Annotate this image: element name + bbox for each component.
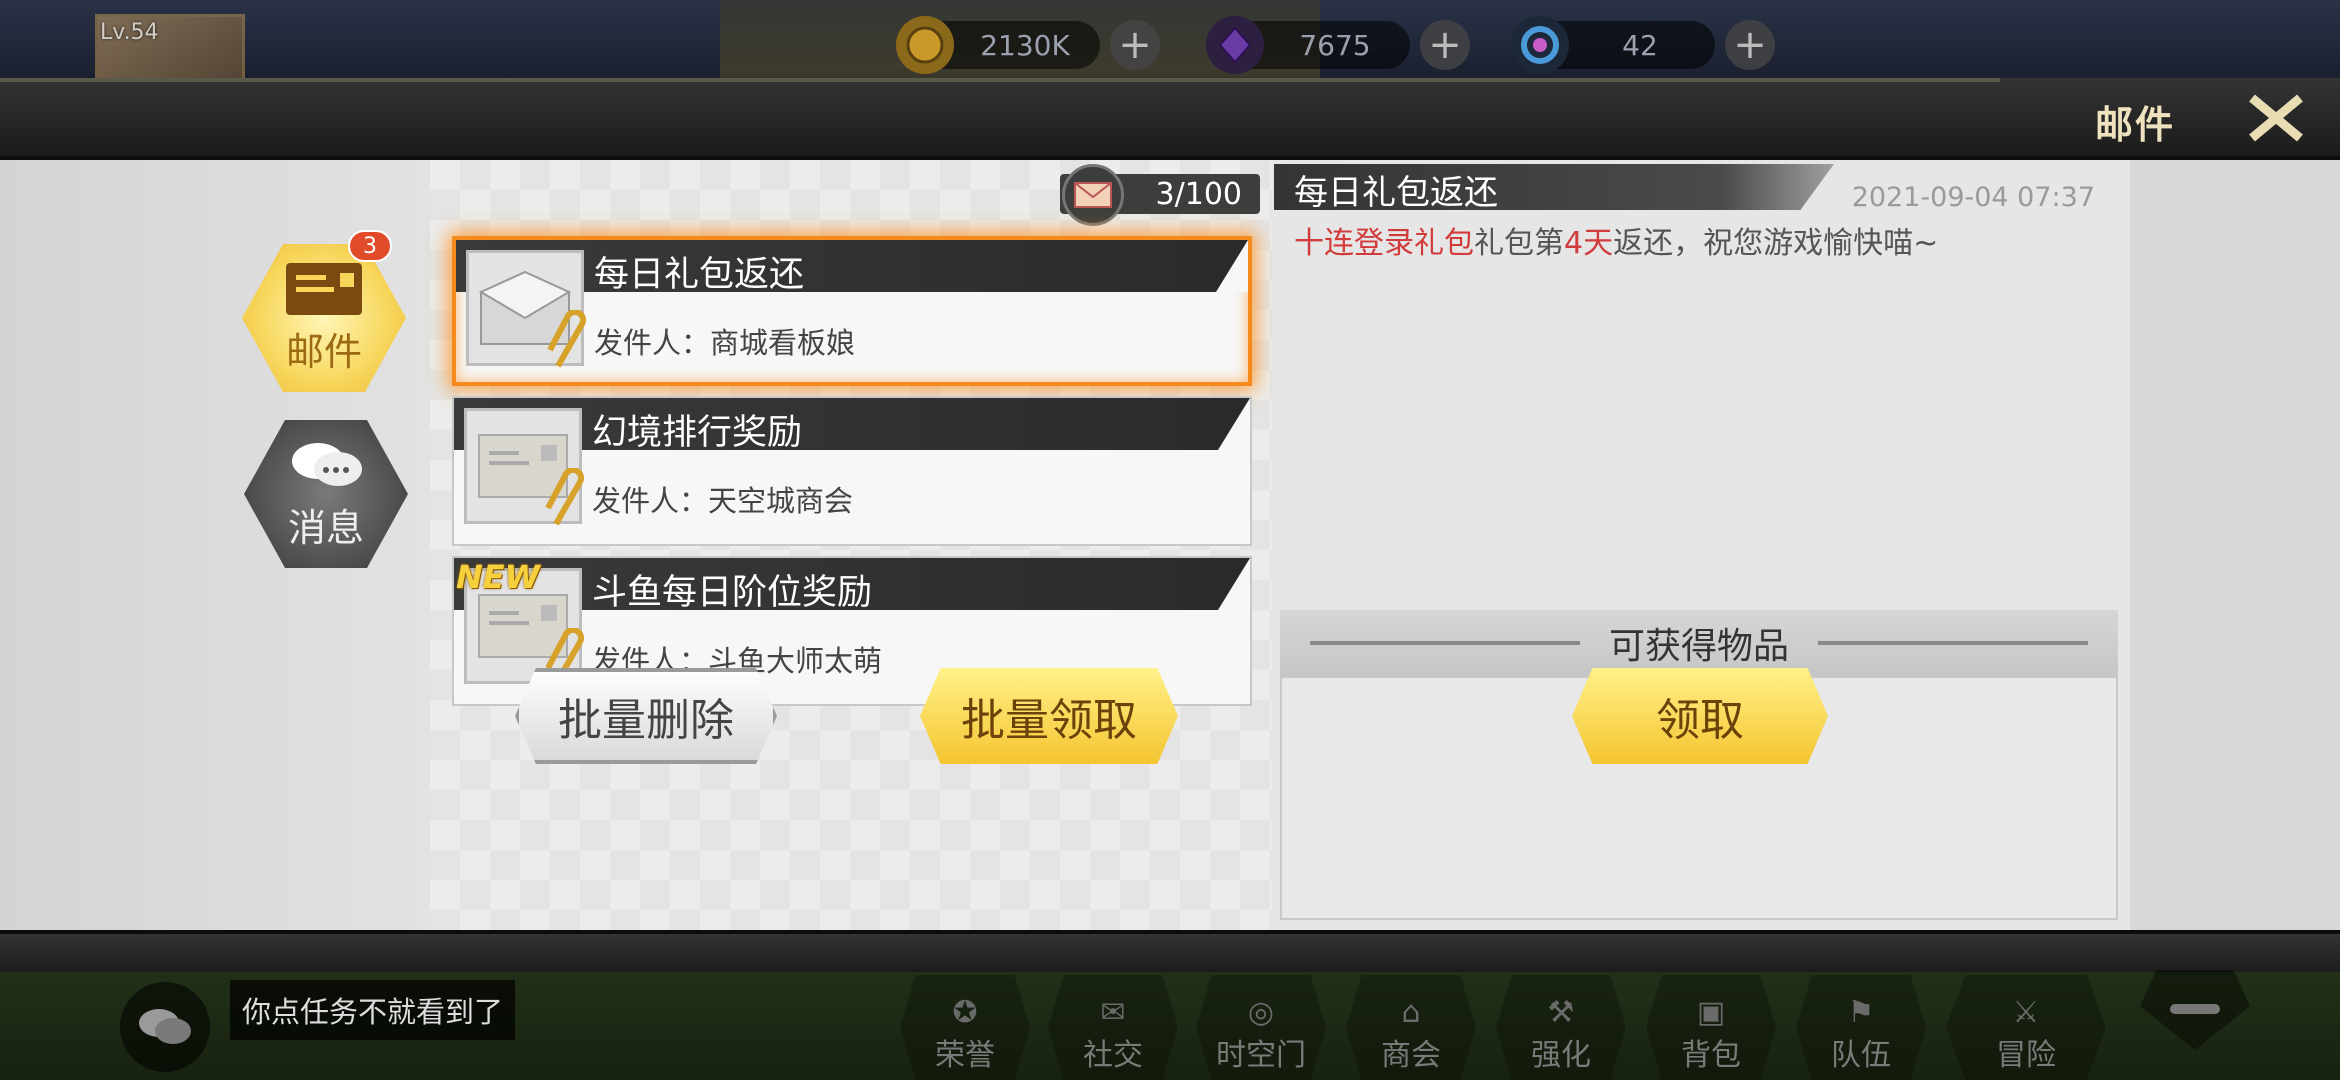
nav-enhance[interactable]: ⚒ 强化: [1496, 975, 1626, 1080]
guild-icon: ⌂: [1401, 995, 1421, 1030]
mail-item[interactable]: 每日礼包返还 发件人：商城看板娘: [452, 236, 1252, 386]
bottom-frame: [0, 930, 2340, 972]
nav-portal[interactable]: ◎ 时空门: [1196, 975, 1326, 1080]
close-icon: [2249, 94, 2303, 142]
title-bar: [0, 78, 2340, 160]
rewards-label: 可获得物品: [1608, 626, 1789, 667]
mail-item[interactable]: 幻境排行奖励 发件人：天空城商会: [452, 396, 1252, 546]
attachment-clip-icon: [547, 310, 587, 368]
gold-coin-icon: [896, 16, 954, 74]
hammer-icon: ⚒: [1547, 995, 1575, 1030]
right-rail: [2130, 160, 2340, 930]
mail-subject: 斗鱼每日阶位奖励: [592, 573, 873, 613]
gold-counter: 2130K +: [896, 16, 1160, 74]
batch-claim-button[interactable]: 批量领取: [920, 668, 1178, 764]
player-level: Lv.54: [100, 20, 159, 45]
mail-panel: 邮件 3 消息 3/100 每日礼包返还 发件人：商城看板娘 幻境排行奖励 发件…: [0, 160, 2340, 930]
gem-icon: [1206, 16, 1264, 74]
nav-label: 时空门: [1216, 1038, 1306, 1073]
orb-counter: 42 +: [1511, 16, 1775, 74]
unread-badge: 3: [348, 230, 392, 262]
detail-title: 每日礼包返还: [1294, 173, 1498, 213]
page-title: 邮件: [2094, 103, 2175, 147]
nav-honor[interactable]: ✪ 荣誉: [900, 975, 1030, 1080]
nav-label: 荣誉: [935, 1038, 995, 1073]
chat-bubble-icon: [292, 442, 362, 486]
chat-button[interactable]: [120, 982, 210, 1072]
add-orb-button[interactable]: +: [1725, 20, 1775, 70]
batch-delete-button[interactable]: 批量删除: [515, 668, 777, 764]
nav-label: 背包: [1681, 1038, 1741, 1073]
mail-detail: 每日礼包返还 2021-09-04 07:37 十连登录礼包礼包第4天返还，祝您…: [1272, 160, 2130, 930]
body-highlight: 十连登录礼包: [1294, 226, 1474, 261]
nav-label: 冒险: [1996, 1038, 2056, 1073]
chat-preview[interactable]: 你点任务不就看到了: [230, 980, 516, 1040]
envelope-icon: [286, 262, 362, 315]
nav-guild[interactable]: ⌂ 商会: [1346, 975, 1476, 1080]
detail-body: 十连登录礼包礼包第4天返还，祝您游戏愉快喵~: [1294, 218, 1938, 262]
mail-sender: 发件人：天空城商会: [592, 484, 854, 518]
new-tag: NEW: [456, 558, 540, 596]
nav-backpack[interactable]: ▣ 背包: [1646, 975, 1776, 1080]
nav-team[interactable]: ⚑ 队伍: [1796, 975, 1926, 1080]
tab-mail[interactable]: 邮件: [242, 244, 406, 392]
chat-bubble-icon: [139, 1009, 191, 1044]
close-button[interactable]: [2244, 90, 2308, 146]
detail-date: 2021-09-04 07:37: [1851, 182, 2095, 213]
menu-bar-icon: [2170, 1004, 2220, 1014]
add-gold-button[interactable]: +: [1110, 20, 1160, 70]
nav-social[interactable]: ✉ 社交: [1048, 975, 1178, 1080]
body-text: 返还，祝您游戏愉快喵~: [1613, 226, 1939, 261]
category-rail: 邮件 3 消息: [0, 160, 430, 930]
adventure-icon: ⚔: [2012, 995, 2040, 1030]
add-gem-button[interactable]: +: [1420, 20, 1470, 70]
portal-icon: ◎: [1247, 995, 1275, 1030]
gem-counter: 7675 +: [1206, 16, 1470, 74]
backpack-icon: ▣: [1696, 995, 1726, 1030]
body-text: 礼包第: [1474, 226, 1564, 261]
mail-subject: 幻境排行奖励: [592, 413, 803, 453]
body-highlight: 4天: [1564, 226, 1614, 261]
tab-mail-label: 邮件: [285, 329, 362, 374]
claim-button[interactable]: 领取: [1572, 668, 1828, 764]
nav-label: 商会: [1381, 1038, 1441, 1073]
attachment-clip-icon: [545, 468, 585, 526]
mail-subject: 每日礼包返还: [594, 255, 805, 295]
tab-messages[interactable]: 消息: [244, 420, 408, 568]
team-icon: ⚑: [1847, 995, 1875, 1030]
mail-sender: 发件人：商城看板娘: [594, 326, 856, 360]
nav-label: 强化: [1531, 1038, 1591, 1073]
star-badge-icon: ✪: [952, 995, 978, 1030]
tab-messages-label: 消息: [287, 505, 364, 550]
mailbox-icon: [1062, 164, 1124, 226]
social-icon: ✉: [1100, 995, 1126, 1030]
rewards-header: 可获得物品: [1280, 610, 2118, 676]
nav-adventure[interactable]: ⚔ 冒险: [1946, 975, 2106, 1080]
mail-list: 3/100 每日礼包返还 发件人：商城看板娘 幻境排行奖励 发件人：天空城商会: [430, 160, 1272, 930]
rainbow-orb-icon: [1511, 16, 1569, 74]
nav-label: 社交: [1083, 1038, 1143, 1073]
nav-label: 队伍: [1831, 1038, 1891, 1073]
